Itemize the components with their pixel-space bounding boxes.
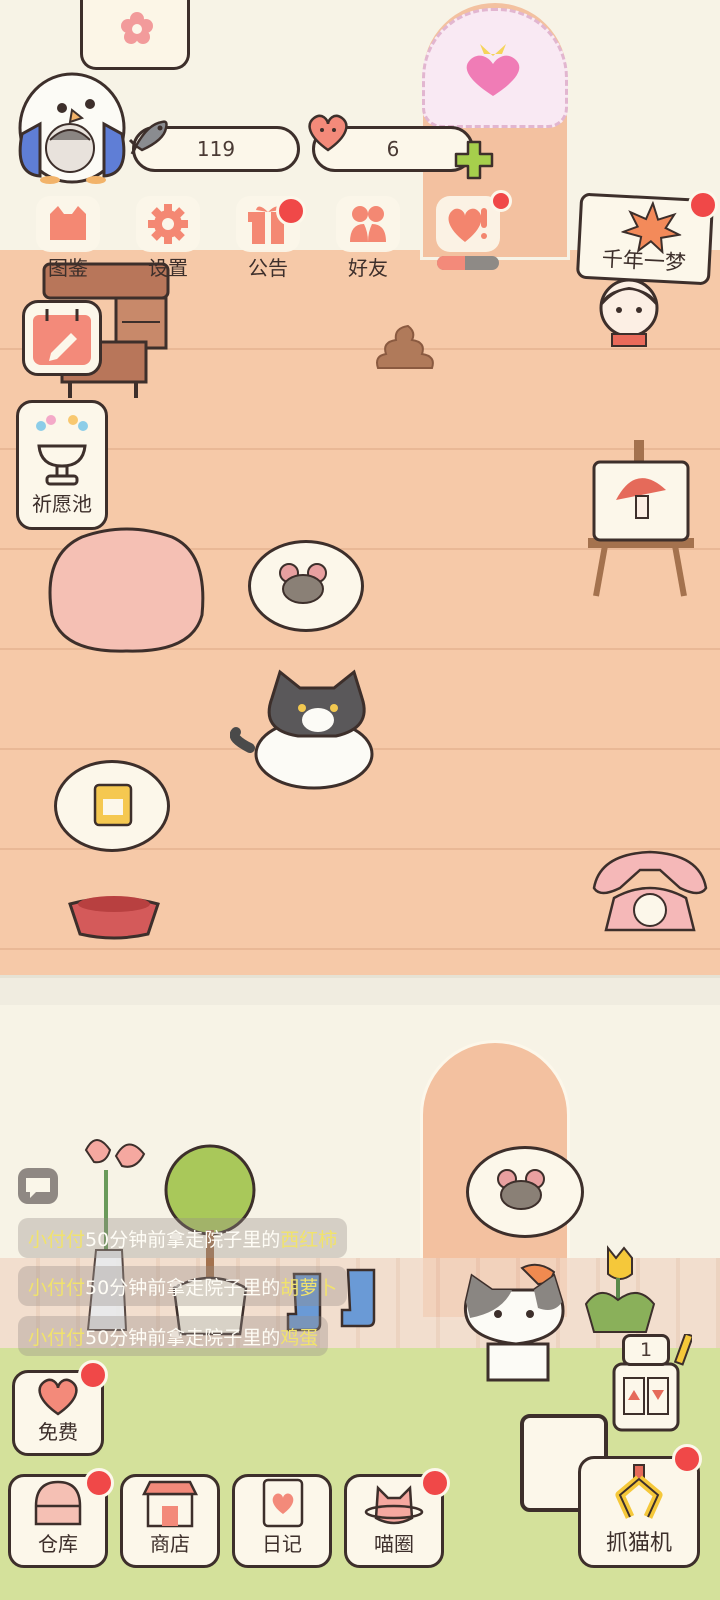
- friends-icon: [350, 206, 386, 242]
- activity-message: 小付付 50分钟前拿走院子里的 西红柿: [18, 1218, 348, 1258]
- fish-count: 119: [196, 137, 236, 161]
- cat-planet-icon: [364, 1485, 424, 1525]
- speech-bubble: [466, 1146, 584, 1238]
- chat-icon: [26, 1178, 50, 1198]
- heart-count: 6: [386, 137, 400, 161]
- heart-alert-icon: [448, 208, 487, 242]
- wishing-pool-label: 祈愿池: [32, 492, 92, 516]
- menu-announcement-label: 公告: [248, 256, 288, 280]
- menu-collection[interactable]: 图鉴: [18, 196, 118, 286]
- activity-message: 小付付 50分钟前拿走院子里的 胡萝卜: [18, 1266, 348, 1306]
- shop-icon: [142, 1480, 198, 1528]
- menu-settings[interactable]: 设置: [118, 196, 218, 286]
- menu-friends-label: 好友: [348, 256, 388, 280]
- gear-icon: [148, 204, 188, 244]
- tulip-pot[interactable]: [580, 1244, 660, 1334]
- painting-easel[interactable]: [586, 440, 696, 600]
- diary-icon: [262, 1478, 304, 1528]
- character-portrait: [599, 278, 659, 347]
- fish-icon: [128, 120, 168, 155]
- nav-shop[interactable]: 商店: [120, 1474, 220, 1568]
- notebook-pencil-icon: [33, 309, 91, 365]
- scene-divider: [0, 975, 720, 1005]
- wishing-pool-button[interactable]: 祈愿池: [16, 400, 108, 530]
- menu-announcement[interactable]: 公告: [218, 196, 318, 286]
- activity-message: 小付付 50分钟前拿走院子里的 鸡蛋: [18, 1316, 329, 1356]
- notification-badge: [688, 190, 718, 220]
- heart-icon: [466, 44, 520, 96]
- notification-badge: [420, 1468, 450, 1498]
- wall-tapestry: [80, 0, 190, 70]
- nav-cat-circle-label: 喵圈: [374, 1532, 414, 1556]
- speech-bubble: [54, 760, 170, 852]
- cat-food-bag-icon: [93, 783, 133, 827]
- add-hearts-icon[interactable]: [452, 138, 496, 182]
- notification-badge: [276, 196, 306, 226]
- free-label: 免费: [38, 1420, 78, 1444]
- notification-badge: [78, 1360, 108, 1390]
- rotary-phone[interactable]: [590, 848, 710, 938]
- menu-friends[interactable]: 好友: [318, 196, 418, 286]
- event-banner-label: 千年一梦: [601, 246, 687, 276]
- mouse-toy-icon: [279, 563, 327, 604]
- menu-hearts-event[interactable]: [418, 190, 518, 286]
- nav-diary-label: 日记: [262, 1532, 302, 1556]
- speech-bubble: [248, 540, 364, 632]
- nav-shop-label: 商店: [150, 1532, 190, 1556]
- fountain-icon: [36, 415, 88, 486]
- tabby-cat[interactable]: [458, 1262, 588, 1388]
- cat-book-icon: [50, 206, 86, 240]
- player-avatar[interactable]: [10, 64, 128, 186]
- menu-collection-label: 图鉴: [48, 256, 88, 280]
- notification-badge: [490, 190, 512, 212]
- slot-count-badge: 1: [622, 1334, 670, 1366]
- nav-diary[interactable]: 日记: [232, 1474, 332, 1568]
- menu-settings-label: 设置: [148, 256, 188, 280]
- warehouse-icon: [34, 1480, 82, 1526]
- top-menu: 图鉴 设置 公告 好友: [18, 190, 518, 286]
- heart-icon: [308, 114, 348, 152]
- nav-warehouse-label: 仓库: [38, 1532, 78, 1556]
- claw-icon: [615, 1464, 663, 1519]
- notebook-button[interactable]: [22, 300, 102, 376]
- mouse-toy-icon: [497, 1169, 545, 1210]
- food-bowl[interactable]: [66, 888, 162, 940]
- event-progress-bar: [437, 256, 499, 270]
- beanbag-chair[interactable]: [42, 525, 210, 655]
- flower-icon: [121, 12, 153, 44]
- notification-badge: [672, 1444, 702, 1474]
- claw-machine-label: 抓猫机: [605, 1531, 672, 1556]
- message-toggle-button[interactable]: [18, 1168, 58, 1204]
- notification-badge: [84, 1468, 114, 1498]
- poop-icon[interactable]: [372, 322, 438, 372]
- gray-white-cat[interactable]: [230, 668, 390, 798]
- heart-icon: [38, 1378, 78, 1416]
